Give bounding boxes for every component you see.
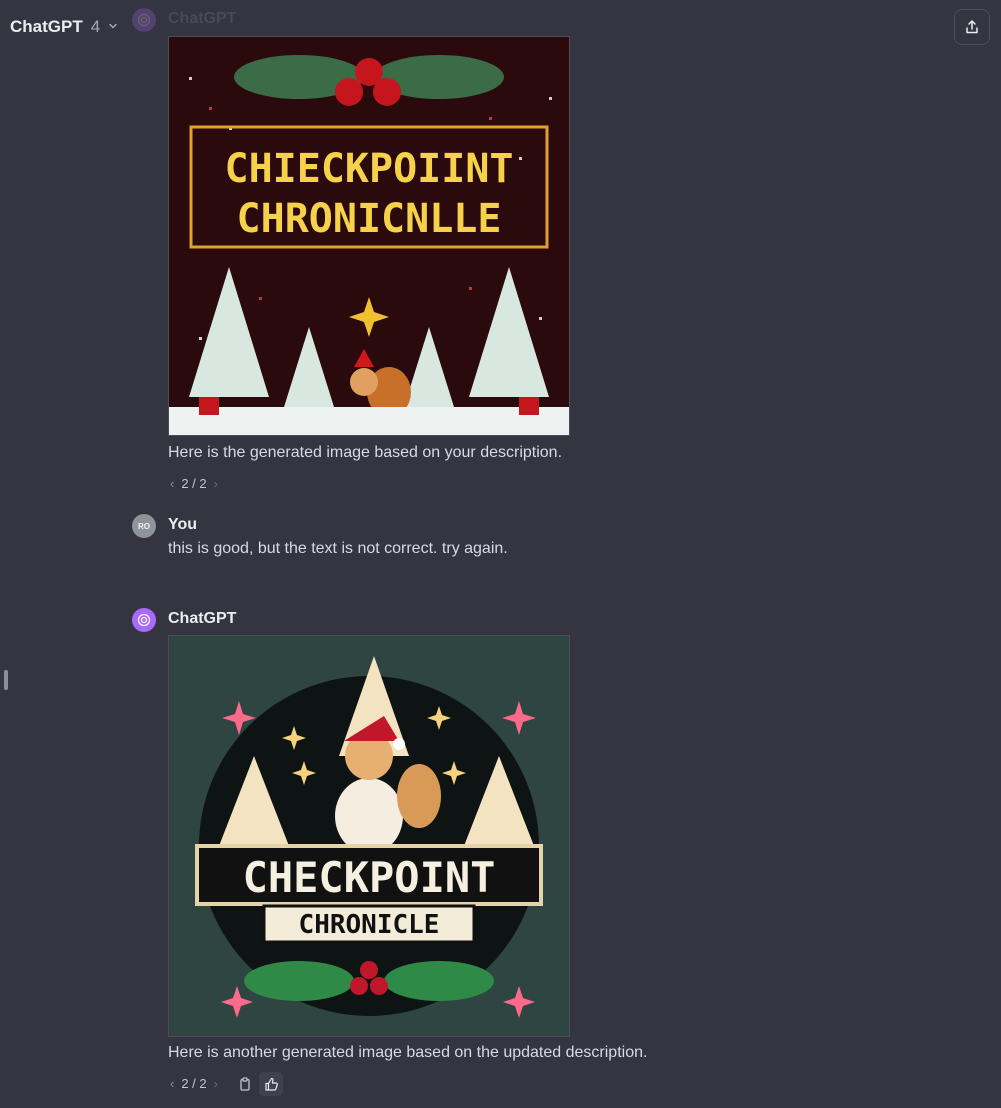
image-title-line-1: CHECKPOINT xyxy=(243,853,496,902)
share-icon xyxy=(966,20,978,34)
model-name: ChatGPT xyxy=(10,17,83,36)
response-pager: ‹ 2 / 2 › xyxy=(170,1076,218,1091)
model-version: 4 xyxy=(90,17,101,36)
response-counter: 2 / 2 xyxy=(181,476,207,491)
response-counter: 2 / 2 xyxy=(181,1076,207,1091)
christmas-pixel-art-image-2: CHECKPOINT CHRONICLE xyxy=(169,636,569,1036)
image-title-line-2: CHRONICNLLE xyxy=(237,196,502,242)
user-avatar: RO xyxy=(132,514,156,538)
share-button[interactable] xyxy=(954,9,990,45)
clipboard-icon xyxy=(240,1077,250,1091)
thumbs-up-icon xyxy=(264,1077,278,1091)
next-response-button[interactable]: › xyxy=(214,1076,218,1091)
user-message-text: this is good, but the text is not correc… xyxy=(168,540,508,557)
message-author: ChatGPT xyxy=(168,10,237,27)
image-title-line-2: CHRONICLE xyxy=(299,910,440,940)
assistant-avatar xyxy=(132,608,156,632)
model-switcher[interactable]: ChatGPT 4 xyxy=(10,14,118,40)
christmas-pixel-art-image-1: CHIECKPOIINT CHRONICNLLE xyxy=(169,37,569,435)
image-title-line-1: CHIECKPOIINT xyxy=(225,146,514,192)
previous-response-button[interactable]: ‹ xyxy=(170,1076,174,1091)
message-author: ChatGPT xyxy=(168,610,237,627)
generated-image[interactable]: CHIECKPOIINT CHRONICNLLE xyxy=(168,36,570,436)
next-response-button[interactable]: › xyxy=(214,476,218,491)
copy-button[interactable] xyxy=(233,1072,257,1096)
thumbs-up-button[interactable] xyxy=(259,1072,283,1096)
response-pager: ‹ 2 / 2 › xyxy=(170,476,218,491)
openai-logo-icon xyxy=(137,13,151,27)
assistant-avatar xyxy=(132,8,156,32)
openai-logo-icon xyxy=(137,613,151,627)
sidebar-toggle-handle[interactable] xyxy=(4,670,8,690)
previous-response-button[interactable]: ‹ xyxy=(170,476,174,491)
assistant-message-text: Here is the generated image based on you… xyxy=(168,444,563,461)
generated-image[interactable]: CHECKPOINT CHRONICLE xyxy=(168,635,570,1037)
assistant-message-text: Here is another generated image based on… xyxy=(168,1044,648,1061)
message-author: You xyxy=(168,516,198,533)
chevron-down-icon xyxy=(108,20,118,34)
chat-app: ChatGPT 4 ChatGPT CHIECKPOIINT CHRONICNL… xyxy=(0,0,1001,1108)
